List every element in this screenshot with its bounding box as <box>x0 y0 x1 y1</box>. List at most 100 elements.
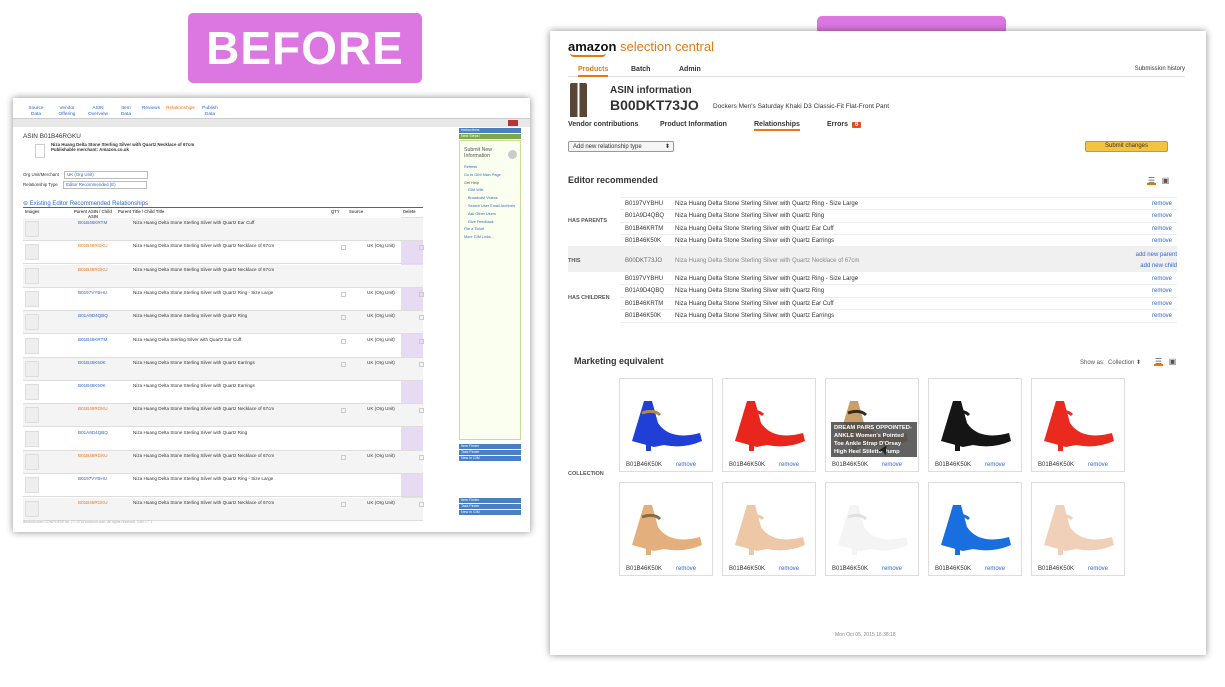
card-remove-link[interactable]: remove <box>1088 566 1108 572</box>
remove-link[interactable]: remove <box>1152 223 1172 235</box>
shoe-image[interactable] <box>727 383 811 455</box>
row-asin[interactable]: B0197VYBHU <box>625 273 663 285</box>
shoe-image[interactable] <box>1036 383 1120 455</box>
before-row-asin[interactable]: B01B46RGKU <box>78 243 108 248</box>
card-remove-link[interactable]: remove <box>985 462 1005 468</box>
remove-link[interactable]: remove <box>1152 285 1172 297</box>
relationship-type-select[interactable]: Editor Recommended (E) <box>63 181 148 189</box>
shoe-card[interactable]: B01B46K50K remove <box>722 378 816 472</box>
qty-checkbox[interactable] <box>341 455 346 460</box>
tab-relationships[interactable]: Relationships <box>754 121 800 131</box>
remove-link[interactable]: remove <box>1152 198 1172 210</box>
card-remove-link[interactable]: remove <box>779 462 799 468</box>
qty-checkbox[interactable] <box>341 361 346 367</box>
before-row-asin[interactable]: B01B46KRTM <box>78 337 107 342</box>
card-remove-link[interactable]: remove <box>676 566 696 572</box>
next-steps-button[interactable]: Next Steps! <box>459 134 521 139</box>
shoe-image[interactable] <box>1036 487 1120 559</box>
sidebar-link[interactable]: Give Feedback <box>464 219 515 227</box>
shoe-card[interactable]: B01B46K50K remove <box>1031 482 1125 576</box>
before-row-asin[interactable]: B01B46RGKU <box>78 406 108 411</box>
sidebar-button[interactable]: Task Finder <box>459 504 521 509</box>
shoe-card[interactable]: B01B46K50K remove DREAM PAIRS OPPOINTED-AN… <box>825 378 919 472</box>
before-tab-5[interactable]: Relationships <box>166 106 195 118</box>
card-remove-link[interactable]: remove <box>676 462 696 468</box>
shoe-image[interactable] <box>624 383 708 455</box>
sidebar-link[interactable]: Search User Email Archives <box>464 203 515 211</box>
nav-batch[interactable]: Batch <box>631 66 650 73</box>
shoe-card[interactable]: B01B46K50K remove <box>619 482 713 576</box>
nav-admin[interactable]: Admin <box>679 66 701 73</box>
add-new-child-link[interactable]: add new child <box>1136 261 1177 272</box>
shoe-card[interactable]: B01B46K50K remove <box>928 378 1022 472</box>
row-asin[interactable]: B0197VYBHU <box>625 198 663 210</box>
delete-checkbox[interactable] <box>419 291 424 297</box>
add-new-parent-link[interactable]: add new parent <box>1136 250 1177 261</box>
tab-product-information[interactable]: Product Information <box>660 121 727 128</box>
qty-checkbox[interactable] <box>341 501 346 507</box>
shoe-image[interactable] <box>933 487 1017 559</box>
remove-link[interactable]: remove <box>1152 210 1172 222</box>
before-row-asin[interactable]: B01A9D4QBQ <box>78 430 108 435</box>
shoe-image[interactable] <box>933 383 1017 455</box>
list-view-icon[interactable]: ☰ <box>1147 177 1156 185</box>
shoe-card[interactable]: B01B46K50K remove <box>619 378 713 472</box>
collection-list-view-icon[interactable]: ☰ <box>1154 358 1163 366</box>
sidebar-link[interactable]: GIM Wiki <box>464 187 515 195</box>
nav-products[interactable]: Products <box>578 66 609 77</box>
qty-checkbox[interactable] <box>341 315 346 321</box>
before-tab-3[interactable]: Item Data <box>116 106 136 118</box>
shoe-card[interactable]: B01B46K50K remove <box>928 482 1022 576</box>
sidebar-button[interactable]: Item Finder <box>459 498 521 503</box>
sidebar-link[interactable]: Ask Other Users <box>464 211 515 219</box>
before-tab-0[interactable]: Source Data <box>23 106 49 118</box>
shoe-image[interactable] <box>727 487 811 559</box>
submit-changes-button[interactable]: Submit changes <box>1085 141 1168 152</box>
before-row-asin[interactable]: B01B46RGKU <box>78 453 108 458</box>
shoe-image[interactable] <box>624 487 708 559</box>
nav-submission-history[interactable]: Submission history <box>1135 66 1185 72</box>
sidebar-button[interactable]: Task Finder <box>459 450 521 455</box>
before-row-asin[interactable]: B0197VYBHU <box>78 476 107 481</box>
row-asin[interactable]: B01B46KRTM <box>625 223 663 235</box>
before-row-asin[interactable]: B01B46KRTM <box>78 220 107 225</box>
sidebar-link[interactable]: Go to GIM Main Page <box>464 172 515 180</box>
before-tab-1[interactable]: Vendor Offering <box>54 106 80 118</box>
qty-checkbox[interactable] <box>341 338 346 344</box>
before-row-asin[interactable]: B01B46RGKU <box>78 267 108 272</box>
instructions-button[interactable]: Instructions <box>459 128 521 133</box>
sidebar-link[interactable]: File a Ticket <box>464 226 515 234</box>
qty-checkbox[interactable] <box>341 291 346 297</box>
sidebar-link[interactable]: Broadcast Videos <box>464 195 515 203</box>
collection-image-view-icon[interactable]: ▣ <box>1168 358 1177 366</box>
delete-checkbox[interactable] <box>419 315 424 321</box>
card-remove-link[interactable]: remove <box>985 566 1005 572</box>
before-row-asin[interactable]: B01B46RGKU <box>78 500 108 505</box>
card-remove-link[interactable]: remove <box>779 566 799 572</box>
qty-checkbox[interactable] <box>341 245 346 251</box>
tab-errors[interactable]: Errors 6 <box>827 121 862 128</box>
before-tab-2[interactable]: ASIN Overview <box>85 106 111 118</box>
org-unit-select[interactable]: UK (Org Unit) <box>64 171 149 179</box>
qty-checkbox[interactable] <box>341 408 346 414</box>
delete-checkbox[interactable] <box>419 408 424 414</box>
sidebar-link[interactable]: More GIM Links... <box>464 234 515 242</box>
delete-checkbox[interactable] <box>419 455 424 460</box>
shoe-card[interactable]: B01B46K50K remove <box>825 482 919 576</box>
before-row-asin[interactable]: B01A9D4QBQ <box>78 313 108 318</box>
tab-vendor-contributions[interactable]: Vendor contributions <box>568 121 638 128</box>
card-remove-link[interactable]: remove <box>882 566 902 572</box>
delete-checkbox[interactable] <box>419 245 424 251</box>
delete-checkbox[interactable] <box>419 361 424 367</box>
before-tab-4[interactable]: Reviews <box>141 106 161 118</box>
before-tab-6[interactable]: Publish Data <box>197 106 223 118</box>
remove-link[interactable]: remove <box>1152 310 1172 322</box>
sidebar-button[interactable]: New in GIM <box>459 456 521 461</box>
relationship-type-dropdown[interactable]: Add new relationship type ⬍ <box>568 141 674 152</box>
image-view-icon[interactable]: ▣ <box>1161 177 1170 185</box>
shoe-card[interactable]: B01B46K50K remove <box>1031 378 1125 472</box>
row-asin[interactable]: B01B46KRTM <box>625 298 663 310</box>
sidebar-link[interactable]: Refresh <box>464 164 515 172</box>
row-asin[interactable]: B01B46K50K <box>625 310 661 322</box>
card-remove-link[interactable]: remove <box>882 462 902 468</box>
